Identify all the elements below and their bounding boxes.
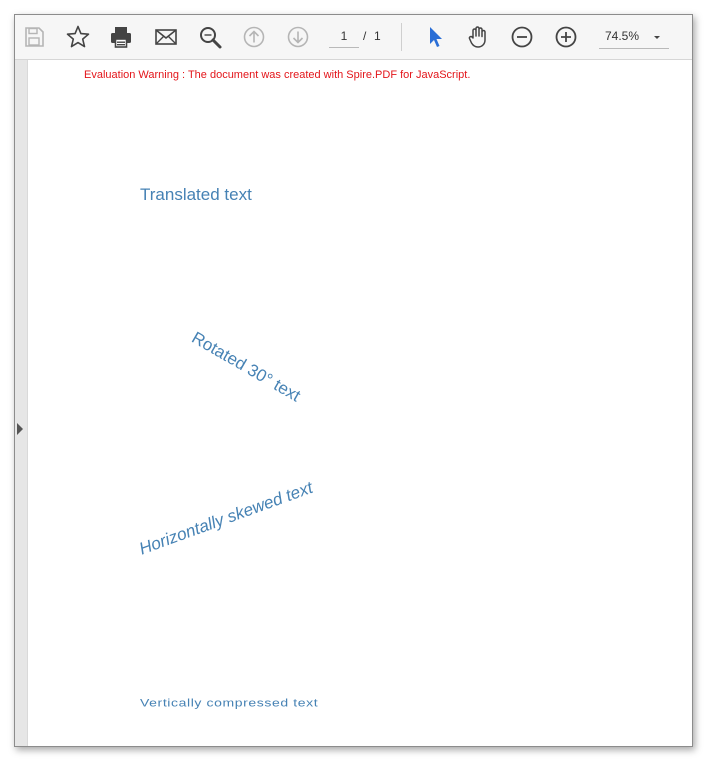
- toolbar-divider: [401, 23, 402, 51]
- page-total: 1: [374, 29, 381, 43]
- search-icon[interactable]: [197, 24, 223, 50]
- pdf-viewer-window: 1 / 1 74.5% Evaluation Warning: The doc…: [14, 14, 693, 747]
- arrow-up-circle-icon[interactable]: [241, 24, 267, 50]
- plus-circle-icon[interactable]: [553, 24, 579, 50]
- skewed-text: Horizontally skewed text: [136, 477, 316, 559]
- document-page: Evaluation Warning : The document was cr…: [28, 60, 692, 746]
- minus-circle-icon[interactable]: [509, 24, 535, 50]
- printer-icon[interactable]: [108, 24, 134, 50]
- arrow-down-circle-icon[interactable]: [285, 24, 311, 50]
- zoom-value: 74.5%: [605, 29, 640, 43]
- cursor-icon[interactable]: [422, 24, 448, 50]
- star-icon[interactable]: [65, 24, 91, 50]
- sidebar-panel: [15, 60, 28, 746]
- page-number-input[interactable]: 1: [329, 25, 359, 48]
- hand-icon[interactable]: [465, 24, 491, 50]
- envelope-icon[interactable]: [153, 24, 179, 50]
- toolbar: 1 / 1 74.5%: [15, 15, 692, 60]
- rotated-text: Rotated 30° text: [188, 328, 304, 406]
- evaluation-warning: Evaluation Warning : The document was cr…: [84, 69, 471, 81]
- page-separator: /: [363, 29, 367, 43]
- chevron-down-icon: [651, 30, 663, 42]
- panel-expand-icon[interactable]: [16, 422, 24, 436]
- translated-text: Translated text: [140, 185, 252, 204]
- zoom-select[interactable]: 74.5%: [599, 24, 669, 49]
- save-icon[interactable]: [21, 24, 47, 50]
- compressed-text: Vertically compressed text: [140, 696, 319, 709]
